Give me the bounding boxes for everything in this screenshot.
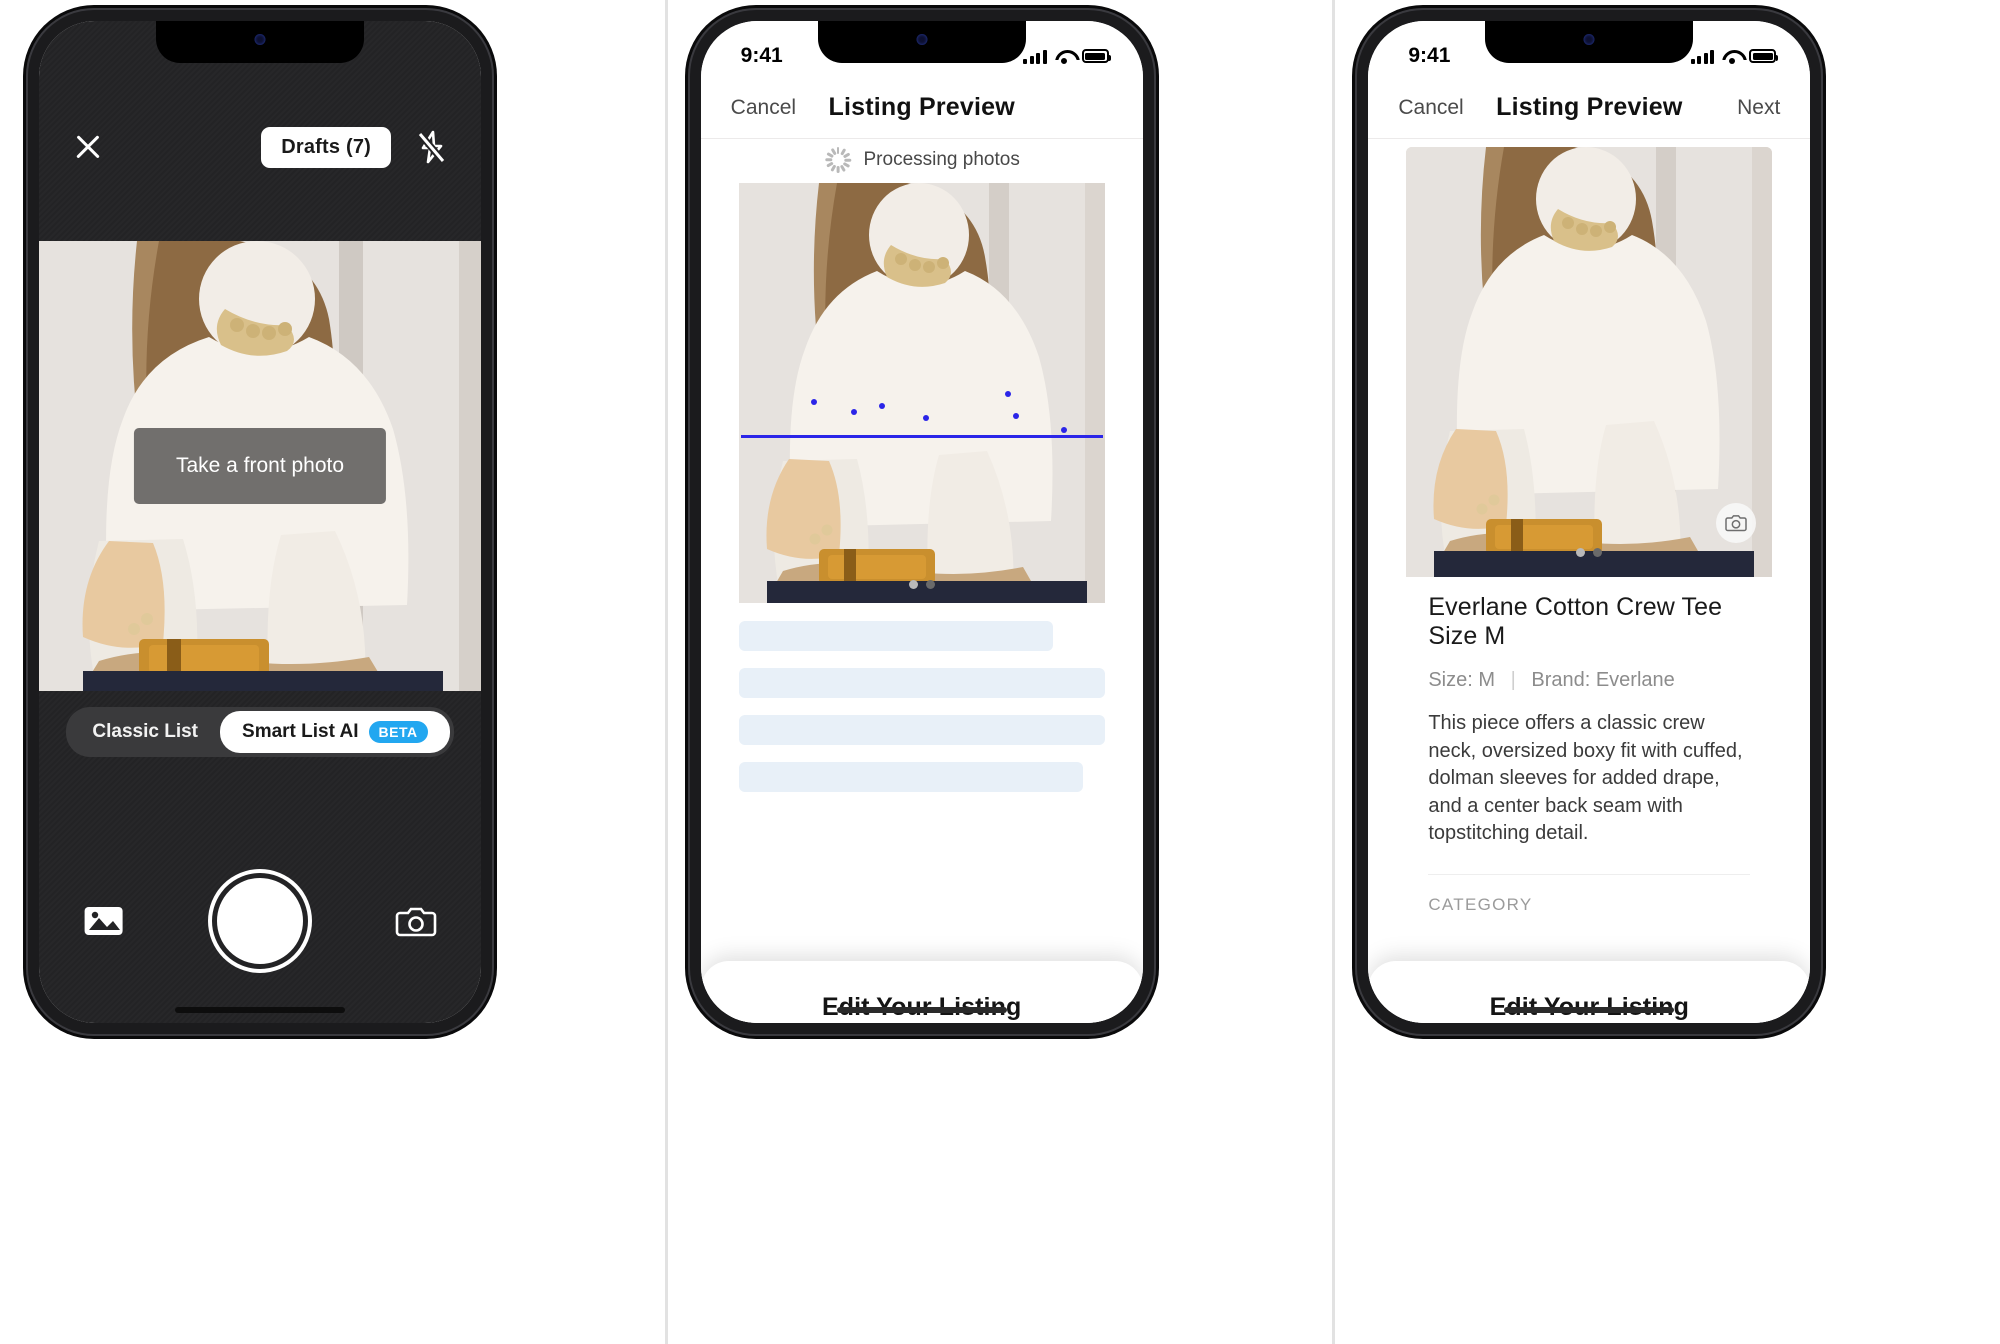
cancel-button[interactable]: Cancel (731, 96, 801, 120)
cellular-signal-icon (1023, 49, 1047, 64)
next-button[interactable]: Next (1710, 96, 1780, 120)
shutter-button[interactable] (212, 873, 308, 969)
ai-detect-point (922, 415, 929, 421)
capture-mode-row: Classic List Smart List AI BETA (39, 707, 481, 757)
home-indicator-1 (175, 1007, 345, 1013)
front-camera-dot (254, 34, 266, 45)
loading-spinner-icon (824, 147, 851, 173)
status-time: 9:41 (740, 44, 783, 67)
navbar-3: Cancel Listing Preview Next (1368, 77, 1811, 139)
carousel-dots (1576, 548, 1603, 557)
flash-off-icon[interactable] (413, 129, 449, 165)
beta-badge: BETA (368, 721, 428, 743)
camera-controls (39, 861, 481, 981)
carousel-dot[interactable] (908, 580, 918, 589)
phone-frame-3: 9:41 Cancel Listing Preview Next Everlan… (1355, 8, 1824, 1036)
phone-frame-1: Drafts (7) Take a front photo Classic Li… (26, 8, 494, 1036)
carousel-dot[interactable] (1576, 548, 1586, 557)
front-camera-dot (1583, 34, 1595, 45)
skeleton-line (738, 668, 1105, 698)
ai-detection-line (740, 435, 1103, 438)
flip-camera-icon[interactable] (395, 902, 437, 940)
camera-photo-preview: Take a front photo (39, 241, 481, 691)
phone-frame-2: 9:41 Cancel Listing Preview Processing p… (687, 8, 1156, 1036)
meta-separator: | (1510, 669, 1516, 691)
ai-detect-point (1060, 427, 1067, 433)
navbar-2: Cancel Listing Preview (700, 77, 1143, 139)
listing-photo (738, 183, 1105, 603)
listing-description: This piece offers a classic crew neck, o… (1428, 712, 1743, 845)
listing-title: Everlane Cotton Crew Tee Size M (1428, 593, 1723, 650)
three-phone-showcase: Drafts (7) Take a front photo Classic Li… (0, 0, 2000, 1344)
front-camera-dot (916, 34, 928, 45)
battery-icon (1081, 49, 1111, 63)
carousel-dot-active[interactable] (925, 580, 935, 589)
skeleton-line (738, 762, 1083, 792)
home-indicator-2 (836, 1007, 1007, 1013)
cancel-button[interactable]: Cancel (1398, 96, 1468, 120)
carousel-dots (908, 580, 935, 589)
listing-meta: Size: M | Brand: Everlane (1428, 669, 1750, 692)
camera-topbar: Drafts (7) (39, 117, 481, 177)
status-time: 9:41 (1408, 44, 1451, 67)
capture-mode-toggle[interactable]: Classic List Smart List AI BETA (66, 707, 454, 757)
processing-status-row: Processing photos (701, 147, 1143, 173)
mode-smart-list-ai[interactable]: Smart List AI BETA (220, 711, 450, 753)
phone-screen-3: 9:41 Cancel Listing Preview Next Everlan… (1368, 21, 1811, 1023)
phone-screen-2: 9:41 Cancel Listing Preview Processing p… (700, 21, 1143, 1023)
edit-listing-sheet-2: Edit Your Listing Photos 1/16 Photos (700, 961, 1143, 1023)
skeleton-line (738, 715, 1105, 745)
carousel-dot-active[interactable] (1593, 548, 1603, 557)
ai-detect-point (1004, 391, 1011, 397)
ai-detect-point (850, 409, 857, 415)
wifi-icon (1055, 49, 1074, 64)
listing-details: Everlane Cotton Crew Tee Size M Size: M … (1406, 593, 1772, 915)
listing-brand: Brand: Everlane (1531, 669, 1675, 691)
photo-library-icon[interactable] (83, 902, 125, 940)
ai-detect-point (878, 403, 885, 409)
notch-2 (817, 21, 1026, 63)
ai-detect-point (810, 399, 817, 405)
battery-icon (1749, 49, 1779, 63)
phone-screen-1: Drafts (7) Take a front photo Classic Li… (39, 21, 481, 1023)
camera-hint-label: Take a front photo (133, 428, 387, 504)
listing-size: Size: M (1428, 669, 1496, 691)
mode-classic-list[interactable]: Classic List (70, 711, 220, 753)
photo-carousel-3[interactable] (1406, 147, 1773, 577)
page-title: Listing Preview (828, 93, 1015, 121)
ai-detect-point (1012, 413, 1019, 419)
notch-1 (156, 21, 364, 63)
cellular-signal-icon (1690, 49, 1715, 64)
panel-camera: Drafts (7) Take a front photo Classic Li… (0, 0, 665, 1344)
photo-carousel-2[interactable] (738, 183, 1105, 603)
edit-listing-sheet-3: Edit Your Listing Photos 1/16 Photos Cat… (1368, 961, 1811, 1023)
close-x-icon[interactable] (71, 130, 105, 164)
skeleton-line (738, 621, 1054, 651)
loading-skeleton (738, 621, 1105, 809)
processing-label: Processing photos (863, 149, 1020, 170)
panel-processing: 9:41 Cancel Listing Preview Processing p… (668, 0, 1333, 1344)
mode-smart-list-label: Smart List AI (242, 721, 359, 742)
drafts-button[interactable]: Drafts (7) (261, 126, 391, 168)
home-indicator-3 (1504, 1007, 1675, 1013)
notch-3 (1485, 21, 1694, 63)
page-title: Listing Preview (1496, 93, 1683, 121)
wifi-icon (1722, 49, 1741, 64)
listing-category-section-label: CATEGORY (1428, 873, 1751, 915)
panel-result: 9:41 Cancel Listing Preview Next Everlan… (1335, 0, 2000, 1344)
